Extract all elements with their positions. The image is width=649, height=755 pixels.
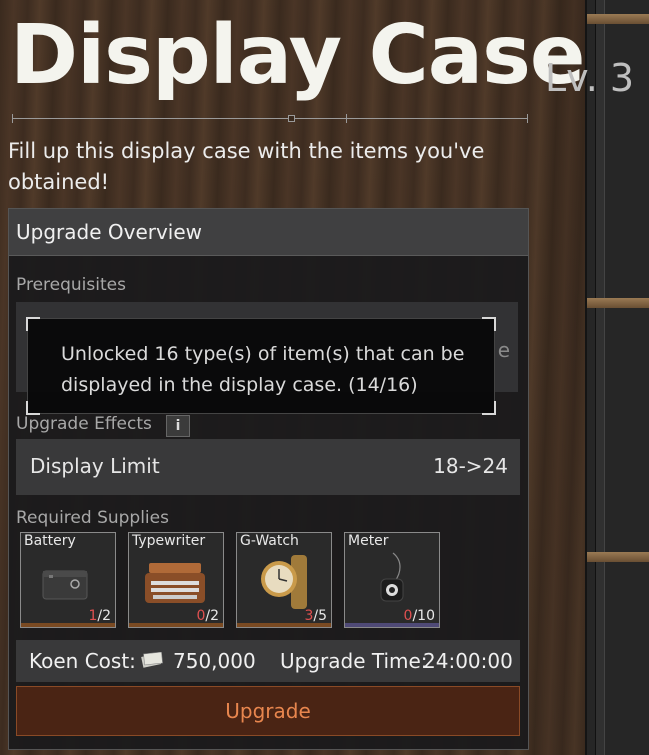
supply-item-battery[interactable]: Battery 1/2 <box>20 532 116 628</box>
cost-row: Koen Cost: 750,000 Upgrade Time: 24:00:0… <box>16 640 520 682</box>
rarity-bar <box>129 623 223 627</box>
supply-name: G-Watch <box>240 533 299 549</box>
upgrade-button[interactable]: Upgrade <box>16 686 520 736</box>
rarity-bar <box>21 623 115 627</box>
display-limit-value: 18->24 <box>433 454 508 478</box>
battery-icon <box>42 570 88 600</box>
upgrade-time-value: 24:00:00 <box>423 649 513 673</box>
upgrade-effects-label: Upgrade Effects <box>16 414 152 434</box>
rarity-bar <box>237 623 331 627</box>
shelf-pillar <box>595 0 605 755</box>
prerequisites-label: Prerequisites <box>16 275 126 295</box>
supply-count: 0/10 <box>403 608 435 624</box>
panel-title: Upgrade Overview <box>9 209 528 256</box>
typewriter-icon <box>145 563 205 603</box>
supply-item-g-watch[interactable]: G-Watch 3/5 <box>236 532 332 628</box>
shelf-plank <box>587 14 649 24</box>
tooltip-text: Unlocked 16 type(s) of item(s) that can … <box>61 343 465 396</box>
title-divider <box>12 114 528 123</box>
info-icon[interactable]: i <box>166 415 190 437</box>
page-title: Display Case <box>10 8 586 103</box>
meter-icon <box>380 552 404 602</box>
supply-name: Typewriter <box>132 533 206 549</box>
tooltip: Unlocked 16 type(s) of item(s) that can … <box>26 317 496 415</box>
watch-icon <box>261 555 307 609</box>
prerequisite-partial-text: e <box>497 338 510 362</box>
display-limit-row: Display Limit 18->24 <box>16 439 520 495</box>
supply-count: 1/2 <box>88 608 111 624</box>
shelf-plank <box>587 552 649 562</box>
supply-item-meter[interactable]: Meter 0/10 <box>344 532 440 628</box>
display-limit-label: Display Limit <box>30 454 160 478</box>
required-supplies-label: Required Supplies <box>16 508 169 528</box>
rarity-bar <box>345 623 439 627</box>
upgrade-overview-panel: Upgrade Overview Prerequisites e Upgrade… <box>8 208 529 750</box>
level-indicator: Lv. 3 <box>545 56 635 100</box>
koen-currency-icon <box>141 652 163 668</box>
upgrade-time-label: Upgrade Time: <box>280 649 428 673</box>
shelf-plank <box>587 298 649 308</box>
description-text: Fill up this display case with the items… <box>8 139 485 194</box>
koen-cost-label: Koen Cost: <box>29 649 136 673</box>
supply-name: Meter <box>348 533 389 549</box>
supply-count: 0/2 <box>196 608 219 624</box>
koen-cost-value: 750,000 <box>173 649 256 673</box>
supply-item-typewriter[interactable]: Typewriter 0/2 <box>128 532 224 628</box>
supply-name: Battery <box>24 533 76 549</box>
supply-count: 3/5 <box>304 608 327 624</box>
